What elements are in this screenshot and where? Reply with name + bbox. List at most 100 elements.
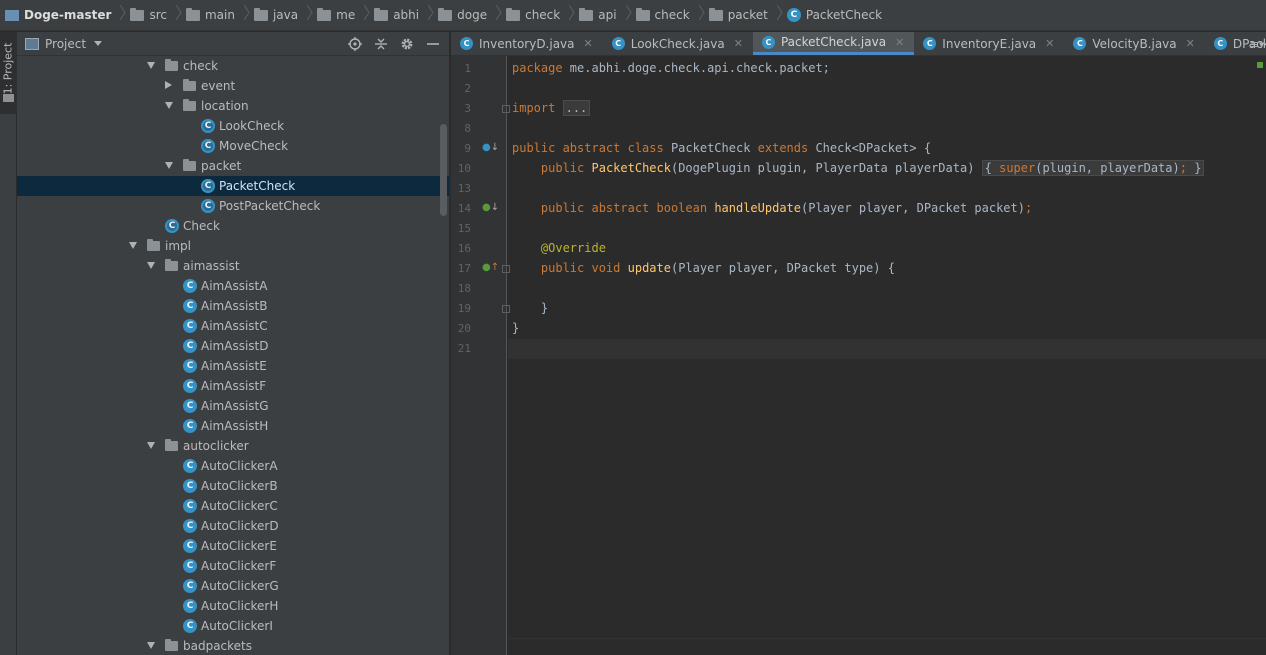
tree-item-label: Check — [183, 219, 220, 233]
abstract-class-icon: C — [201, 179, 215, 193]
breadcrumb-item[interactable]: abhi — [374, 0, 420, 30]
tree-row[interactable]: check — [17, 56, 449, 76]
horizontal-scrollbar[interactable] — [508, 638, 1266, 655]
project-tool-tab[interactable]: 1: Project — [0, 32, 17, 114]
breadcrumb-item[interactable]: me — [317, 0, 355, 30]
folder-icon — [708, 7, 723, 21]
breadcrumb-item[interactable]: Doge-master — [5, 0, 111, 30]
tree-row[interactable]: C AimAssistH — [17, 416, 449, 436]
tree-row[interactable]: C AutoClickerE — [17, 536, 449, 556]
editor-tab[interactable]: C LookCheck.java ✕ — [603, 32, 753, 55]
chevron-down-icon[interactable] — [165, 162, 173, 169]
folder-icon — [185, 7, 200, 21]
close-icon[interactable]: ✕ — [1186, 37, 1195, 50]
class-icon: C — [183, 579, 197, 593]
tree-item-label: AutoClickerI — [201, 619, 273, 633]
close-icon[interactable]: ✕ — [895, 36, 904, 49]
editor-tab[interactable]: C InventoryE.java ✕ — [914, 32, 1064, 55]
tree-row[interactable]: C MoveCheck — [17, 136, 449, 156]
chevron-down-icon[interactable] — [147, 62, 155, 69]
tree-row[interactable]: C AutoClickerA — [17, 456, 449, 476]
tree-row[interactable]: C LookCheck — [17, 116, 449, 136]
tree-row[interactable]: C AutoClickerH — [17, 596, 449, 616]
breadcrumb-item[interactable]: packet — [708, 0, 768, 30]
tree-row[interactable]: C AimAssistC — [17, 316, 449, 336]
tree-row[interactable]: impl — [17, 236, 449, 256]
tree-row[interactable]: autoclicker — [17, 436, 449, 456]
tree-row[interactable]: C AutoClickerD — [17, 516, 449, 536]
implemented-marker-icon[interactable]: ●↓ — [482, 142, 499, 153]
chevron-down-icon[interactable] — [147, 642, 155, 649]
chevron-down-icon[interactable] — [147, 262, 155, 269]
chevron-down-icon[interactable] — [147, 442, 155, 449]
breadcrumb-separator — [240, 0, 251, 30]
editor-tab[interactable]: C VelocityB.java ✕ — [1064, 32, 1204, 55]
tree-row[interactable]: C AimAssistA — [17, 276, 449, 296]
override-marker-icon[interactable]: ●↑ — [482, 262, 499, 273]
tree-row[interactable]: C AimAssistF — [17, 376, 449, 396]
line-number: 18 — [457, 282, 471, 295]
chevron-down-icon[interactable] — [165, 102, 173, 109]
breadcrumb-label: java — [272, 8, 299, 22]
locate-icon[interactable] — [347, 36, 363, 52]
close-icon[interactable]: ✕ — [1045, 37, 1054, 50]
tree-row[interactable]: C AutoClickerB — [17, 476, 449, 496]
minimize-icon[interactable] — [425, 36, 441, 52]
project-view-title[interactable]: Project — [45, 37, 86, 51]
tree-row[interactable]: C AimAssistE — [17, 356, 449, 376]
breadcrumb-item[interactable]: C PacketCheck — [786, 0, 882, 30]
line-number: 16 — [457, 242, 471, 255]
breadcrumb-label: abhi — [393, 8, 420, 22]
code-line: import ... — [512, 100, 591, 116]
code-line: } — [512, 321, 520, 335]
project-panel: Project check event location C LookCheck C Mov… — [17, 32, 450, 655]
implemented-marker-icon[interactable]: ●↓ — [482, 202, 499, 213]
tree-row[interactable]: aimassist — [17, 256, 449, 276]
breadcrumb-item[interactable]: src — [130, 0, 167, 30]
tree-row[interactable]: C AutoClickerI — [17, 616, 449, 636]
close-icon[interactable]: ✕ — [584, 37, 593, 50]
breadcrumb-item[interactable]: check — [506, 0, 561, 30]
chevron-down-icon[interactable] — [129, 242, 137, 249]
breadcrumb-item[interactable]: java — [253, 0, 299, 30]
folder-icon — [147, 239, 160, 251]
collapse-all-icon[interactable] — [373, 36, 389, 52]
class-icon: C — [183, 359, 197, 373]
tree-row[interactable]: C PostPacketCheck — [17, 196, 449, 216]
tree-row[interactable]: C AimAssistD — [17, 336, 449, 356]
tree-row[interactable]: C AutoClickerF — [17, 556, 449, 576]
tree-row[interactable]: badpackets — [17, 636, 449, 655]
tree-item-label: impl — [165, 239, 191, 253]
tree-row[interactable]: C Check — [17, 216, 449, 236]
tree-scrollbar[interactable] — [440, 124, 447, 216]
tree-row[interactable]: C AutoClickerC — [17, 496, 449, 516]
editor-tab[interactable]: C InventoryD.java ✕ — [451, 32, 603, 55]
tab-list-menu-icon[interactable]: ≡▾ — [1248, 32, 1266, 55]
chevron-right-icon[interactable] — [165, 81, 172, 89]
tree-row[interactable]: C PacketCheck — [17, 176, 449, 196]
chevron-down-icon[interactable] — [94, 41, 103, 46]
code-editor[interactable]: package me.abhi.doge.check.api.check.pac… — [508, 56, 1266, 655]
line-number: 2 — [464, 82, 471, 95]
code-line: public PacketCheck(DogePlugin plugin, Pl… — [512, 160, 1205, 176]
close-icon[interactable]: ✕ — [734, 37, 743, 50]
class-icon: C — [923, 37, 937, 50]
folder-icon — [165, 59, 178, 71]
breadcrumb-item[interactable]: main — [185, 0, 235, 30]
editor-tab[interactable]: C PacketCheck.java ✕ — [752, 32, 915, 55]
tree-row[interactable]: C AutoClickerG — [17, 576, 449, 596]
tree-item-label: AimAssistA — [201, 279, 268, 293]
tree-row[interactable]: C AimAssistG — [17, 396, 449, 416]
tree-row[interactable]: location — [17, 96, 449, 116]
line-number: 20 — [457, 322, 471, 335]
tree-item-label: AimAssistF — [201, 379, 267, 393]
line-number: 19 — [457, 302, 471, 315]
breadcrumb-item[interactable]: check — [635, 0, 690, 30]
tree-row[interactable]: packet — [17, 156, 449, 176]
gear-icon[interactable] — [399, 36, 415, 52]
breadcrumb-label: check — [525, 8, 561, 22]
tree-row[interactable]: event — [17, 76, 449, 96]
breadcrumb-item[interactable]: doge — [438, 0, 487, 30]
tree-row[interactable]: C AimAssistB — [17, 296, 449, 316]
breadcrumb-item[interactable]: api — [579, 0, 617, 30]
